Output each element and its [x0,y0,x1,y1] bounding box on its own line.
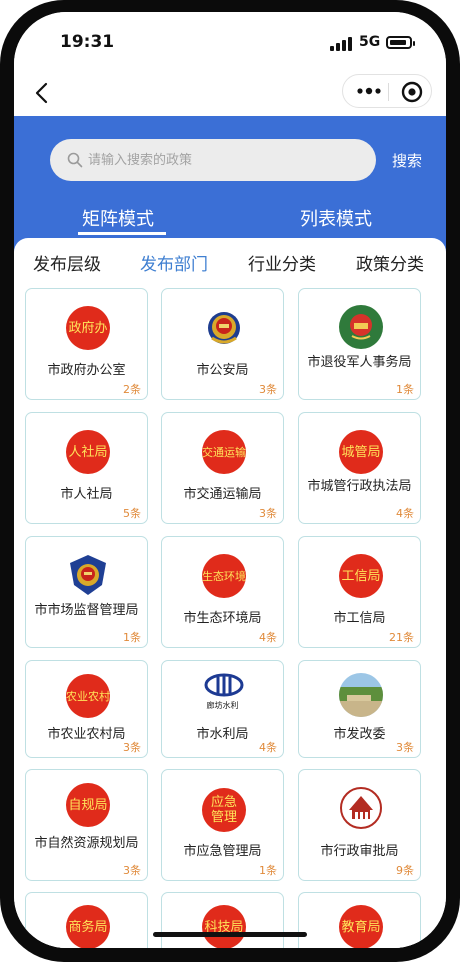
signal-icon [330,37,354,51]
department-card[interactable]: 商务局 [25,892,148,948]
tab-publish-level[interactable]: 发布层级 [33,250,101,275]
policy-count: 3条 [259,507,277,520]
department-card[interactable]: 市公安局 3条 [161,288,284,400]
police-emblem-icon [208,312,240,344]
active-mode-underline [78,232,166,235]
policy-count: 21条 [389,631,414,644]
policy-count: 3条 [123,741,141,754]
mini-program-capsule [342,74,432,108]
department-card[interactable]: 市行政审批局 9条 [298,769,421,881]
policy-count: 4条 [259,631,277,644]
nav-bar [14,70,446,116]
department-badge: 自规局 [66,783,110,827]
policy-count: 4条 [259,741,277,754]
department-card[interactable]: 科技局 [161,892,284,948]
department-name: 市城管行政执法局 [307,479,412,494]
department-badge: 工信局 [339,554,383,598]
department-card[interactable]: 交通运输 市交通运输局 3条 [161,412,284,524]
policy-count: 5条 [123,507,141,520]
department-card[interactable]: 人社局 市人社局 5条 [25,412,148,524]
department-name: 市交通运输局 [183,487,262,502]
capsule-divider [388,83,389,101]
phone-frame: 19:31 5G 搜索 矩阵模式 列表模式 发布层级 发布部门 行业分类 政策分… [0,0,460,962]
status-bar: 19:31 5G [14,12,446,70]
department-card[interactable]: 自规局 市自然资源规划局 3条 [25,769,148,881]
department-card[interactable]: 政府办 市政府办公室 2条 [25,288,148,400]
search-button[interactable]: 搜索 [392,150,422,171]
department-badge: 农业农村 [66,674,110,718]
department-badge: 城管局 [339,430,383,474]
policy-count: 3条 [396,741,414,754]
department-card[interactable]: 应急管理 市应急管理局 1条 [161,769,284,881]
tab-list-mode[interactable]: 列表模式 [300,205,372,231]
department-badge: 交通运输 [202,430,246,474]
department-badge: 政府办 [66,306,110,350]
department-name: 市退役军人事务局 [307,355,412,370]
department-name: 市应急管理局 [183,844,262,859]
department-name: 市生态环境局 [183,611,262,626]
department-card[interactable]: 农业农村 市农业农村局 3条 [25,660,148,758]
department-name: 市行政审批局 [320,844,399,859]
policy-count: 1条 [259,864,277,877]
department-card[interactable]: 生态环境 市生态环境局 4条 [161,536,284,648]
content-panel: 发布层级 发布部门 行业分类 政策分类 政府办 市政府办公室 2条 市公安局 3… [14,238,446,948]
more-dots-icon[interactable] [355,83,383,99]
tab-matrix-mode[interactable]: 矩阵模式 [82,205,154,231]
home-indicator[interactable] [153,932,307,937]
close-target-icon[interactable] [401,81,423,103]
department-card[interactable]: 市市场监督管理局 1条 [25,536,148,648]
department-card[interactable]: 工信局 市工信局 21条 [298,536,421,648]
search-icon [67,152,83,168]
department-card[interactable]: 廊坊水利 市水利局 4条 [161,660,284,758]
policy-count: 9条 [396,864,414,877]
policy-count: 3条 [123,864,141,877]
approval-bureau-seal-icon [340,787,382,829]
status-time: 19:31 [60,32,115,52]
tab-industry-category[interactable]: 行业分类 [248,250,316,275]
back-arrow-icon[interactable] [30,80,56,106]
department-badge: 应急管理 [202,788,246,832]
department-card[interactable]: 市发改委 3条 [298,660,421,758]
department-badge: 商务局 [66,905,110,948]
policy-count: 1条 [396,383,414,396]
screen: 19:31 5G 搜索 矩阵模式 列表模式 发布层级 发布部门 行业分类 政策分… [14,12,446,948]
national-emblem-icon [339,305,383,349]
tab-policy-category[interactable]: 政策分类 [356,250,424,275]
network-label: 5G [359,34,381,50]
search-input[interactable] [88,139,358,181]
policy-count: 1条 [123,631,141,644]
policy-count: 4条 [396,507,414,520]
department-name: 市自然资源规划局 [34,836,139,851]
department-badge: 人社局 [66,430,110,474]
search-box [50,139,376,181]
market-supervision-emblem-icon [70,555,106,595]
department-name: 市公安局 [196,363,249,378]
department-name: 市市场监督管理局 [34,603,139,618]
department-card[interactable]: 教育局 [298,892,421,948]
department-badge: 生态环境 [202,554,246,598]
water-logo-caption: 廊坊水利 [206,701,239,710]
policy-count: 3条 [259,383,277,396]
department-name: 市人社局 [60,487,113,502]
department-name: 市政府办公室 [47,363,126,378]
department-card[interactable]: 市退役军人事务局 1条 [298,288,421,400]
department-name: 市工信局 [333,611,386,626]
department-badge: 教育局 [339,905,383,948]
department-badge: 科技局 [202,905,246,948]
landscape-photo-icon [339,673,383,717]
department-card[interactable]: 城管局 市城管行政执法局 4条 [298,412,421,524]
policy-count: 2条 [123,383,141,396]
battery-icon [386,36,415,49]
blue-header: 搜索 矩阵模式 列表模式 [14,116,446,256]
tab-publish-department[interactable]: 发布部门 [140,250,208,275]
